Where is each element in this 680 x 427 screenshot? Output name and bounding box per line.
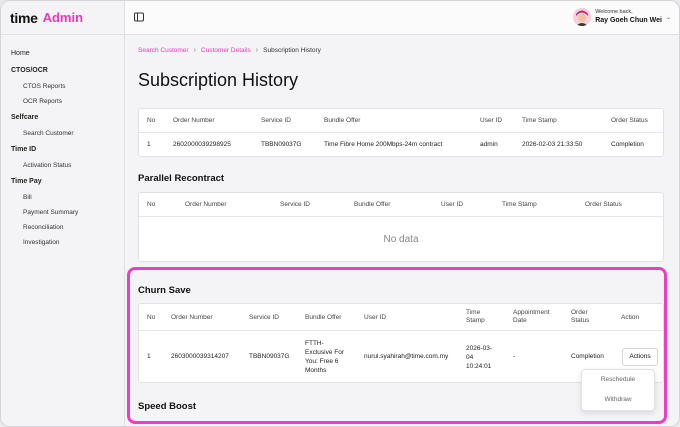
sidebar-item-reconciliation[interactable]: Reconciliation (1, 220, 124, 235)
cell-bundle-offer: Time Fibre Home 200Mbps-24m contract (324, 141, 443, 148)
chevron-right-icon: › (193, 47, 196, 54)
breadcrumb: Search Customer › Customer Details › Sub… (138, 47, 321, 54)
table-header: No Order Number Service ID Bundle Offer … (139, 304, 663, 331)
col-no: No (147, 117, 156, 124)
col-order-number: Order Number (173, 117, 215, 124)
sidebar-item-search-customer[interactable]: Search Customer (1, 126, 124, 141)
churn-save-title: Churn Save (138, 285, 191, 296)
col-time-stamp: Time Stamp (522, 117, 557, 124)
col-bundle-offer: Bundle Offer (324, 117, 361, 124)
sidebar-item-home[interactable]: Home (1, 45, 124, 62)
sidebar-toggle-icon[interactable] (133, 11, 145, 23)
user-name: Ray Goeh Chun Wei (595, 17, 662, 24)
avatar (573, 8, 592, 26)
cell-time-stamp: 2026-02-03 21:33:50 (522, 141, 583, 148)
actions-menu: Reschedule Withdraw (581, 369, 655, 411)
col-bundle-offer: Bundle Offer (305, 314, 342, 321)
sidebar-item-investigation[interactable]: Investigation (1, 235, 124, 250)
app-window: time Admin Home CTOS/OCR CTOS Reports OC… (0, 0, 680, 427)
parallel-recontract-table: No Order Number Service ID Bundle Offer … (138, 192, 664, 262)
col-user-id: User ID (480, 117, 503, 124)
col-no: No (147, 201, 156, 208)
actions-button[interactable]: Actions (622, 348, 658, 366)
sidebar-group-selfcare: Selfcare (11, 114, 39, 121)
user-menu[interactable]: Welcome back, Ray Goeh Chun Wei ⌄ (573, 8, 671, 26)
table-header: No Order Number Service ID Bundle Offer … (139, 193, 663, 217)
col-service-id: Service ID (261, 117, 291, 124)
topbar: Welcome back, Ray Goeh Chun Wei ⌄ (125, 1, 679, 35)
cell-order-number: 2603000039314207 (171, 353, 229, 360)
sidebar-item-payment-summary[interactable]: Payment Summary (1, 205, 124, 220)
cell-user-id: admin (480, 141, 498, 148)
cell-order-status: Completion (611, 141, 644, 148)
col-time-stamp: Time Stamp (502, 201, 537, 208)
col-no: No (147, 314, 156, 321)
breadcrumb-customer-details[interactable]: Customer Details (201, 47, 251, 54)
sidebar-item-ocr-reports[interactable]: OCR Reports (1, 94, 124, 109)
sidebar-group-time-id: Time ID (11, 146, 37, 153)
col-order-number: Order Number (185, 201, 227, 208)
cell-bundle-offer: FTTH- Exclusive For You: Free 6 Months (305, 340, 345, 374)
col-user-id: User ID (364, 314, 387, 321)
breadcrumb-current: Subscription History (263, 47, 321, 54)
brand-suffix: Admin (42, 10, 84, 25)
col-bundle-offer: Bundle Offer (354, 201, 391, 208)
col-user-id: User ID (441, 201, 464, 208)
parallel-recontract-title: Parallel Recontract (138, 173, 225, 184)
sidebar-group-time-pay: Time Pay (11, 178, 42, 185)
sidebar-nav: Home CTOS/OCR CTOS Reports OCR Reports S… (1, 35, 124, 250)
speed-boost-title: Speed Boost (138, 401, 197, 412)
col-appointment-date: Appointment Date (513, 309, 550, 324)
sidebar-item-ctos-reports[interactable]: CTOS Reports (1, 79, 124, 94)
menu-item-withdraw[interactable]: Withdraw (582, 390, 654, 410)
sidebar-group-ctos: CTOS/OCR (11, 67, 48, 74)
table-row[interactable]: 1 2602000039298925 TBBN09037G Time Fibre… (139, 133, 663, 158)
cell-service-id: TBBN09037G (261, 141, 302, 148)
table-header: No Order Number Service ID Bundle Offer … (139, 109, 663, 133)
cell-order-number: 2602000039298925 (173, 141, 231, 148)
subscription-table: No Order Number Service ID Bundle Offer … (138, 108, 664, 157)
col-order-status: Order Status (585, 201, 622, 208)
col-service-id: Service ID (280, 201, 310, 208)
main-content: Search Customer › Customer Details › Sub… (125, 35, 679, 426)
page-title: Subscription History (138, 70, 299, 90)
col-order-number: Order Number (171, 314, 213, 321)
brand-name: time (10, 9, 38, 26)
menu-item-reschedule[interactable]: Reschedule (582, 370, 654, 390)
col-order-status: Order Status (571, 309, 590, 324)
cell-time-stamp: 2026-03- 04 10:24:01 (466, 345, 493, 370)
empty-state: No data (383, 234, 419, 245)
sidebar-item-activation-status[interactable]: Activation Status (1, 158, 124, 173)
col-time-stamp: Time Stamp (466, 309, 485, 324)
cell-appointment-date: - (513, 353, 516, 360)
cell-user-id: nurul.syahirah@time.com.my (364, 353, 449, 360)
welcome-text: Welcome back, (595, 9, 633, 15)
col-service-id: Service ID (249, 314, 279, 321)
col-order-status: Order Status (611, 117, 648, 124)
cell-order-status: Completion (571, 353, 604, 360)
sidebar-item-bill[interactable]: Bill (1, 190, 124, 205)
cell-no: 1 (147, 353, 151, 360)
breadcrumb-search-customer[interactable]: Search Customer (138, 47, 189, 54)
cell-no: 1 (147, 141, 151, 148)
col-action: Action (621, 314, 640, 321)
cell-service-id: TBBN09037G (249, 353, 290, 360)
sidebar: time Admin Home CTOS/OCR CTOS Reports OC… (1, 1, 125, 426)
logo[interactable]: time Admin (1, 1, 124, 35)
chevron-down-icon[interactable]: ⌄ (666, 14, 671, 21)
chevron-right-icon: › (255, 47, 259, 54)
